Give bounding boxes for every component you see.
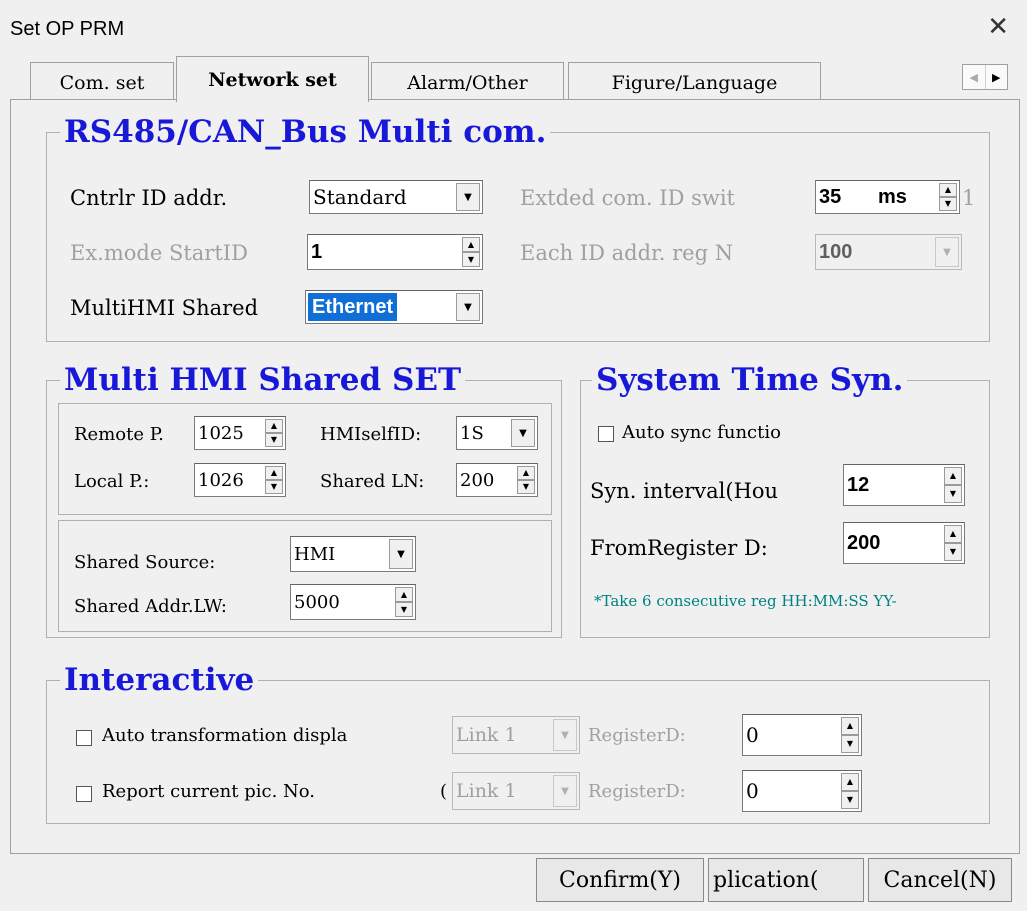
shared-ln-value: 200 [460,469,495,491]
exmode-startid-value: 1 [311,240,323,263]
cntrlr-id-select[interactable]: Standard ▼ [309,180,483,214]
local-port-value: 1026 [198,469,244,491]
cancel-button[interactable]: Cancel(N) [868,858,1012,902]
row1-link-select[interactable]: Link 1 ▼ [452,716,580,754]
remote-port-label: Remote P. [74,424,164,445]
auto-transformation-checkbox[interactable] [76,730,92,746]
timesyn-note: *Take 6 consecutive reg HH:MM:SS YY- [594,592,897,610]
shared-ln-label: Shared LN: [320,471,425,492]
spin-arrows-icon[interactable]: ▲ ▼ [944,467,962,503]
from-register-value: 200 [847,531,881,554]
chevron-down-icon[interactable]: ▼ [553,775,577,807]
cntrlr-id-label: Cntrlr ID addr. [70,186,228,210]
auto-sync-label: Auto sync functio [622,422,781,443]
local-port-spinbox[interactable]: 1026 ▲ ▼ [194,463,286,497]
chevron-down-icon[interactable]: ▼ [553,719,577,751]
exmode-startid-spinbox[interactable]: 1 ▲ ▼ [307,234,483,270]
spin-arrows-icon[interactable]: ▲ ▼ [517,466,535,494]
exmode-startid-label: Ex.mode StartID [70,241,248,265]
timesyn-group-title: System Time Syn. [592,362,908,398]
spin-arrows-icon[interactable]: ▲ ▼ [265,419,283,447]
shared-group-title: Multi HMI Shared SET [60,362,466,398]
chevron-down-icon[interactable]: ▼ [935,237,959,267]
remote-port-value: 1025 [198,422,244,444]
close-icon[interactable]: ✕ [987,12,1009,42]
spin-arrows-icon[interactable]: ▲ ▼ [939,183,957,211]
chevron-down-icon[interactable]: ▼ [456,293,480,321]
syn-interval-label: Syn. interval(Hou [590,479,779,503]
remote-port-spinbox[interactable]: 1025 ▲ ▼ [194,416,286,450]
shared-addr-spinbox[interactable]: 5000 ▲ ▼ [290,584,416,620]
tab-scroll-left-icon[interactable]: ◀ [963,65,986,89]
hmi-selfid-value: 1S [460,422,484,444]
shared-addr-value: 5000 [294,591,340,613]
syn-interval-spinbox[interactable]: 12 ▲ ▼ [843,464,965,506]
shared-source-select[interactable]: HMI ▼ [290,536,416,572]
extded-com-spinbox[interactable]: 35 ms ▲ ▼ [815,180,960,214]
shared-source-label: Shared Source: [74,552,216,573]
row2-link-select[interactable]: Link 1 ▼ [452,772,580,810]
window-title: Set OP PRM [10,18,125,40]
row1-link-value: Link 1 [456,724,517,746]
chevron-down-icon[interactable]: ▼ [511,419,535,447]
extded-com-value: 35 [819,185,842,208]
row1-register-label: RegisterD: [588,725,686,746]
interactive-group-title: Interactive [60,662,259,698]
multihmi-shared-select[interactable]: Ethernet ▼ [305,290,483,324]
row1-register-value: 0 [746,723,759,747]
row2-register-label: RegisterD: [588,781,686,802]
chevron-down-icon[interactable]: ▼ [389,539,413,569]
spin-arrows-icon[interactable]: ▲ ▼ [265,466,283,494]
cntrlr-id-value: Standard [313,185,407,209]
from-register-label: FromRegister D: [590,536,768,560]
multicom-group-title: RS485/CAN_Bus Multi com. [60,114,551,150]
from-register-spinbox[interactable]: 200 ▲ ▼ [843,522,965,564]
syn-interval-value: 12 [847,473,870,496]
shared-ln-spinbox[interactable]: 200 ▲ ▼ [456,463,538,497]
shared-source-value: HMI [294,543,336,565]
multihmi-shared-label: MultiHMI Shared [70,296,259,320]
shared-addr-label: Shared Addr.LW: [74,596,227,617]
application-button[interactable]: plication( [708,858,864,902]
auto-transformation-label: Auto transformation displa [102,725,348,746]
row1-register-spinbox[interactable]: 0 ▲ ▼ [742,714,862,756]
row2-register-spinbox[interactable]: 0 ▲ ▼ [742,770,862,812]
extded-com-unit: ms [878,185,907,208]
spin-arrows-icon[interactable]: ▲ ▼ [944,525,962,561]
extded-com-trail: 1 [962,186,976,210]
tab-com-set[interactable]: Com. set [30,62,174,102]
extded-com-label: Extded com. ID swit [520,186,735,210]
report-pic-checkbox[interactable] [76,786,92,802]
tab-network-set[interactable]: Network set [176,56,369,102]
tab-scroll-right-icon[interactable]: ▶ [986,65,1008,89]
tab-alarm-other[interactable]: Alarm/Other [371,62,564,102]
hmi-selfid-label: HMIselfID: [320,424,422,445]
chevron-down-icon[interactable]: ▼ [456,183,480,211]
each-id-reg-label: Each ID addr. reg N [520,241,734,265]
spin-arrows-icon[interactable]: ▲ ▼ [395,587,413,617]
auto-sync-checkbox[interactable] [598,426,614,442]
report-pic-label: Report current pic. No. [102,781,316,802]
each-id-reg-select[interactable]: 100 ▼ [815,234,962,270]
spin-arrows-icon[interactable]: ▲ ▼ [462,237,480,267]
report-pic-paren: ( [440,781,448,802]
local-port-label: Local P.: [74,471,150,492]
spin-arrows-icon[interactable]: ▲ ▼ [841,717,859,753]
confirm-button[interactable]: Confirm(Y) [536,858,704,902]
each-id-reg-value: 100 [819,240,853,263]
tab-figure-language[interactable]: Figure/Language [568,62,821,102]
spin-arrows-icon[interactable]: ▲ ▼ [841,773,859,809]
row2-register-value: 0 [746,779,759,803]
tab-scroll-control[interactable]: ◀ ▶ [962,64,1008,90]
multihmi-shared-value: Ethernet [308,293,398,321]
row2-link-value: Link 1 [456,780,517,802]
hmi-selfid-select[interactable]: 1S ▼ [456,416,538,450]
